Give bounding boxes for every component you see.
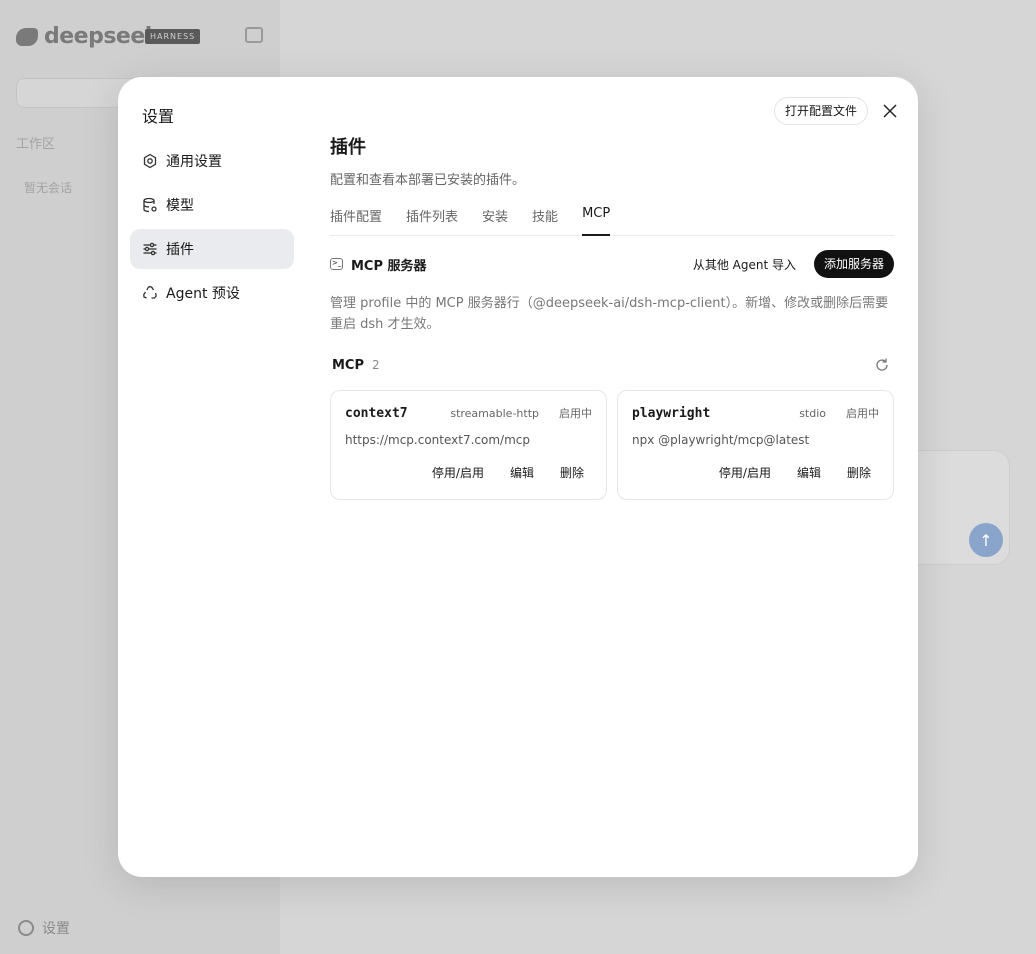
section-title-text: MCP 服务器 — [351, 258, 427, 274]
server-status: 启用中 — [846, 407, 879, 420]
nav-label-models: 模型 — [166, 198, 194, 214]
server-name: playwright — [632, 405, 711, 421]
server-url: npx @playwright/mcp@latest — [632, 433, 810, 447]
modal-title: 设置 — [142, 107, 175, 126]
nav-label-general: 通用设置 — [166, 154, 222, 170]
open-config-button[interactable]: 打开配置文件 — [773, 97, 868, 125]
edit-server-button[interactable]: 编辑 — [510, 464, 534, 481]
server-url: https://mcp.context7.com/mcp — [345, 433, 530, 447]
tab-install[interactable]: 安装 — [482, 206, 508, 235]
gear-icon — [18, 920, 34, 936]
app-logo: deepseek — [16, 24, 159, 49]
sliders-icon — [143, 242, 157, 256]
tab-plugin-config[interactable]: 插件配置 — [330, 206, 382, 235]
sidebar-settings-button[interactable]: 设置 — [18, 918, 70, 938]
close-button[interactable] — [880, 101, 900, 121]
server-cards: context7 streamable-http 启用中 https://mcp… — [330, 390, 894, 500]
refresh-icon[interactable] — [874, 357, 890, 373]
settings-nav: 通用设置 模型 插件 Agent 预设 — [130, 141, 294, 317]
toggle-server-button[interactable]: 停用/启用 — [719, 464, 771, 481]
settings-modal: 设置 通用设置 模型 插件 Agent 预设 打开配置文件 插件 配置和查看本部… — [118, 77, 918, 877]
panel-toggle-icon[interactable] — [245, 27, 263, 43]
server-status: 启用中 — [559, 407, 592, 420]
database-icon — [143, 197, 157, 213]
gear-icon — [143, 153, 157, 169]
harness-badge: HARNESS — [145, 29, 201, 44]
nav-item-general[interactable]: 通用设置 — [130, 141, 294, 181]
plugin-content: 插件 配置和查看本部署已安装的插件。 插件配置 插件列表 安装 技能 MCP >… — [330, 133, 894, 500]
mcp-count: 2 — [372, 358, 380, 372]
edit-server-button[interactable]: 编辑 — [797, 464, 821, 481]
workspace-label: 工作区 — [16, 137, 56, 152]
mcp-section-header: >_ MCP 服务器 从其他 Agent 导入 添加服务器 — [330, 250, 894, 278]
nav-label-plugins: 插件 — [166, 242, 194, 258]
mcp-label: MCP — [332, 357, 365, 373]
import-from-agent-button[interactable]: 从其他 Agent 导入 — [693, 256, 796, 273]
close-icon — [883, 104, 897, 118]
server-card-context7: context7 streamable-http 启用中 https://mcp… — [330, 390, 607, 500]
section-title: >_ MCP 服务器 — [330, 255, 427, 274]
section-description: 管理 profile 中的 MCP 服务器行（@deepseek-ai/dsh-… — [330, 296, 889, 332]
page-subtitle: 配置和查看本部署已安装的插件。 — [330, 173, 526, 188]
terminal-icon: >_ — [330, 258, 343, 270]
toggle-server-button[interactable]: 停用/启用 — [432, 464, 484, 481]
page-title: 插件 — [330, 137, 366, 158]
server-name: context7 — [345, 405, 408, 421]
recycle-icon — [143, 285, 157, 299]
server-card-playwright: playwright stdio 启用中 npx @playwright/mcp… — [617, 390, 894, 500]
nav-item-agent-presets[interactable]: Agent 预设 — [130, 273, 294, 313]
add-server-button[interactable]: 添加服务器 — [813, 250, 894, 278]
delete-server-button[interactable]: 删除 — [560, 464, 584, 481]
mcp-list-header: MCP 2 — [330, 355, 894, 375]
server-type: stdio — [799, 406, 826, 420]
nav-item-models[interactable]: 模型 — [130, 185, 294, 225]
tab-plugin-list[interactable]: 插件列表 — [406, 206, 458, 235]
server-type: streamable-http — [450, 406, 539, 420]
nav-label-agent-presets: Agent 预设 — [166, 286, 240, 302]
send-button[interactable]: ↑ — [969, 523, 1003, 557]
whale-logo-icon — [16, 27, 38, 46]
nav-item-plugins[interactable]: 插件 — [130, 229, 294, 269]
logo-text: deepseek — [44, 24, 159, 49]
sidebar-settings-label: 设置 — [42, 921, 70, 937]
tab-mcp[interactable]: MCP — [582, 206, 611, 236]
arrow-up-icon: ↑ — [979, 530, 993, 550]
empty-chats-label: 暂无会话 — [24, 181, 73, 195]
plugin-tabs: 插件配置 插件列表 安装 技能 MCP — [330, 206, 894, 236]
tab-skills[interactable]: 技能 — [532, 206, 558, 235]
delete-server-button[interactable]: 删除 — [847, 464, 871, 481]
